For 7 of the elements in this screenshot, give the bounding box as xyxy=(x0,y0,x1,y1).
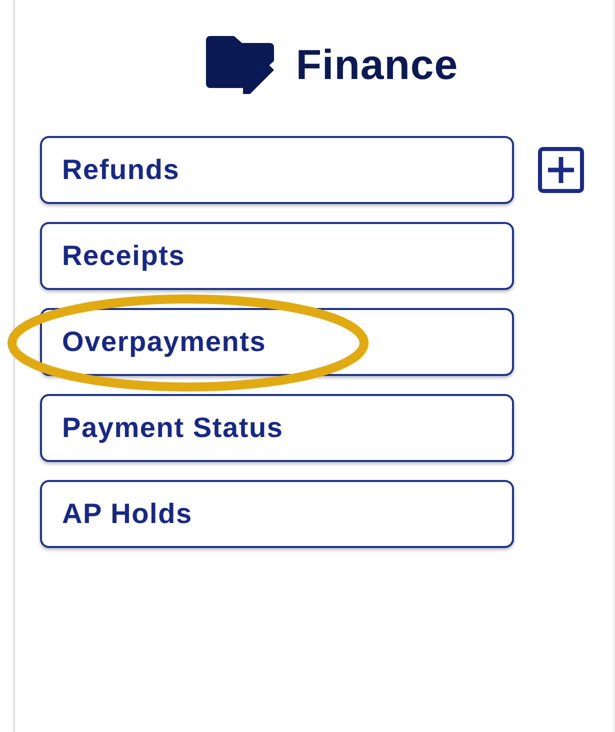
menu-item-button[interactable]: Refunds xyxy=(40,136,514,204)
menu-item-button[interactable]: AP Holds xyxy=(40,480,514,548)
menu-item-button[interactable]: Overpayments xyxy=(40,308,514,376)
add-icon[interactable] xyxy=(538,147,584,193)
menu-item-button[interactable]: Receipts xyxy=(40,222,514,290)
section-title: Finance xyxy=(296,41,458,89)
menu-item-button[interactable]: Payment Status xyxy=(40,394,514,462)
